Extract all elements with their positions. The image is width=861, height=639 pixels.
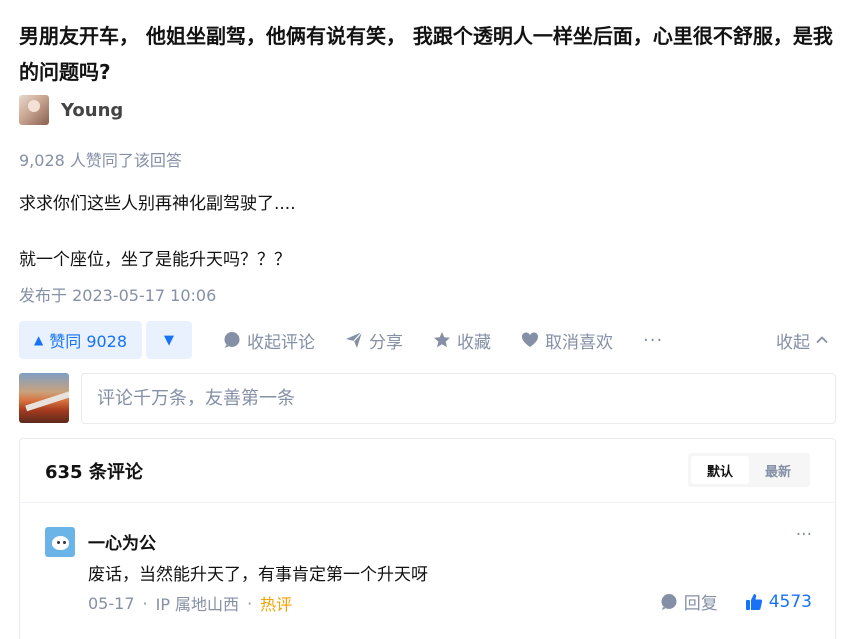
answer-content-line: 就一个座位，坐了是能升天吗？？？ <box>19 250 291 270</box>
collapse-label: 收起 <box>776 332 810 353</box>
current-user-avatar <box>19 373 69 423</box>
collapse-comments-button[interactable]: 收起评论 <box>223 328 315 353</box>
author-name[interactable]: Young <box>61 100 123 121</box>
more-options-button[interactable]: ··· <box>643 330 663 351</box>
triangle-down-icon: ▼ <box>164 332 175 348</box>
triangle-up-icon: ▲ <box>34 333 44 347</box>
like-count: 4573 <box>768 591 812 612</box>
comment-more-button[interactable]: ··· <box>796 525 812 545</box>
reply-button[interactable]: 回复 <box>660 589 718 614</box>
comment-like-button[interactable]: 4573 <box>745 592 812 612</box>
meta-separator: · <box>142 593 148 613</box>
favorite-label: 收藏 <box>457 332 492 353</box>
chevron-up-icon <box>816 336 828 344</box>
unlike-label: 取消喜欢 <box>545 332 614 353</box>
thumbs-up-icon <box>745 593 762 610</box>
collapse-comments-label: 收起评论 <box>247 332 316 353</box>
vote-up-label: 赞同 9028 <box>49 332 128 351</box>
comment-bubble-icon <box>661 593 677 610</box>
commenter-avatar[interactable] <box>45 527 75 557</box>
vote-down-button[interactable]: ▼ <box>146 321 193 359</box>
sort-default-button[interactable]: 默认 <box>690 456 749 484</box>
comment-meta: 05-17 · IP 属地山西 · 热评 <box>88 591 292 615</box>
comment-actions: 回复 4573 <box>660 589 812 614</box>
meta-separator: · <box>247 593 253 613</box>
comments-panel: 635 条评论 默认 最新 一心为公 ··· 废话，当然能升天了，有事肯定第一个… <box>19 438 836 639</box>
author-info: Young <box>19 95 123 125</box>
star-icon <box>434 332 451 348</box>
author-avatar[interactable] <box>19 95 49 125</box>
comment-text: 废话，当然能升天了，有事肯定第一个升天呀 <box>88 565 428 585</box>
heart-icon <box>522 332 539 347</box>
paper-plane-icon <box>346 331 363 348</box>
vote-up-button[interactable]: ▲ 赞同 9028 <box>19 321 143 359</box>
publish-time: 发布于 2023-05-17 10:06 <box>19 286 217 305</box>
answer-action-bar: ▲ 赞同 9028 ▼ 收起评论 分享 收藏 取消喜欢 ··· 收起 <box>19 321 837 359</box>
comment-input[interactable] <box>81 373 836 424</box>
share-button[interactable]: 分享 <box>345 328 403 353</box>
question-title[interactable]: 男朋友开车， 他姐坐副驾，他俩有说有笑， 我跟个透明人一样坐后面，心里很不舒服，… <box>19 18 839 90</box>
comment-ip-location: IP 属地山西 <box>155 595 240 614</box>
comment-count: 635 条评论 <box>45 461 143 483</box>
comment-date: 05-17 <box>88 593 135 613</box>
sort-toggle: 默认 最新 <box>687 453 810 487</box>
share-label: 分享 <box>369 332 404 353</box>
comment-bubble-icon <box>224 332 240 348</box>
unlike-button[interactable]: 取消喜欢 <box>521 328 613 353</box>
vote-count-meta: 9,028 人赞同了该回答 <box>19 151 182 170</box>
reply-label: 回复 <box>683 594 718 614</box>
answer-content-line: 求求你们这些人别再神化副驾驶了.... <box>19 194 296 214</box>
collapse-answer-button[interactable]: 收起 <box>776 321 829 359</box>
commenter-name[interactable]: 一心为公 <box>88 529 156 554</box>
sort-latest-button[interactable]: 最新 <box>749 456 807 484</box>
favorite-button[interactable]: 收藏 <box>433 328 491 353</box>
hot-comment-badge: 热评 <box>260 595 293 614</box>
comments-header: 635 条评论 默认 最新 <box>20 439 835 503</box>
